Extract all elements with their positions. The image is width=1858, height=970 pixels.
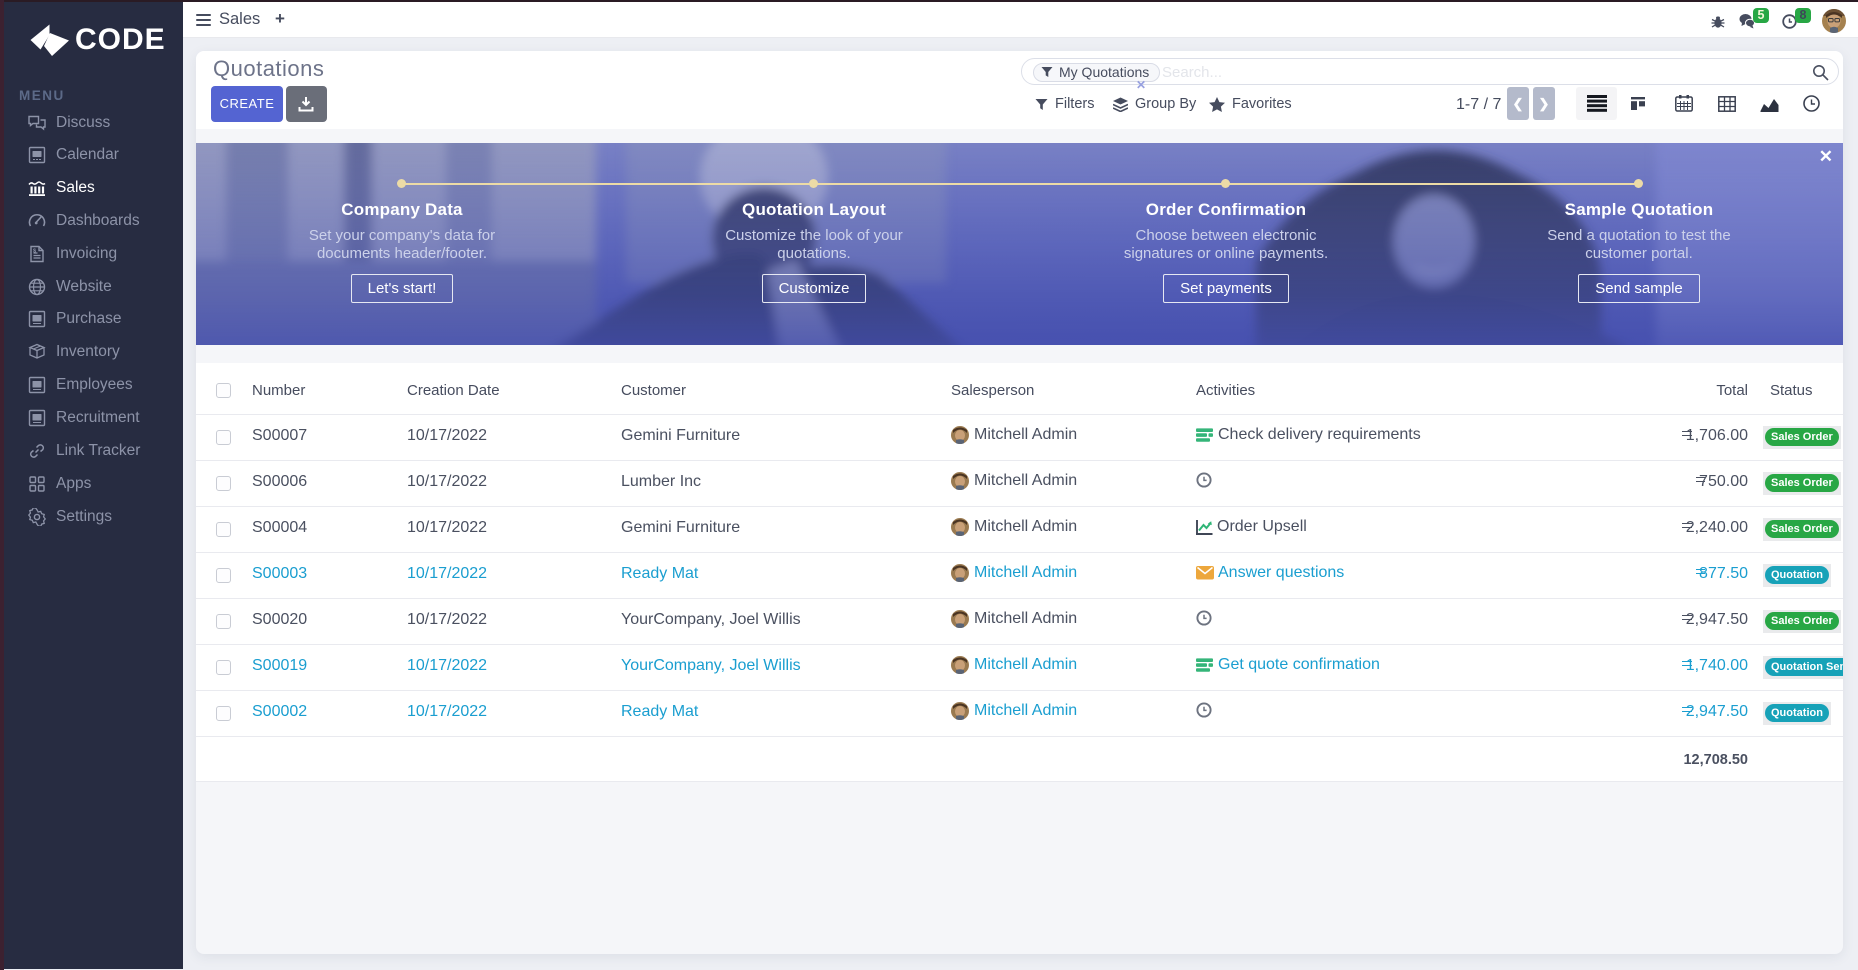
svg-text:$: $ [33,249,36,255]
